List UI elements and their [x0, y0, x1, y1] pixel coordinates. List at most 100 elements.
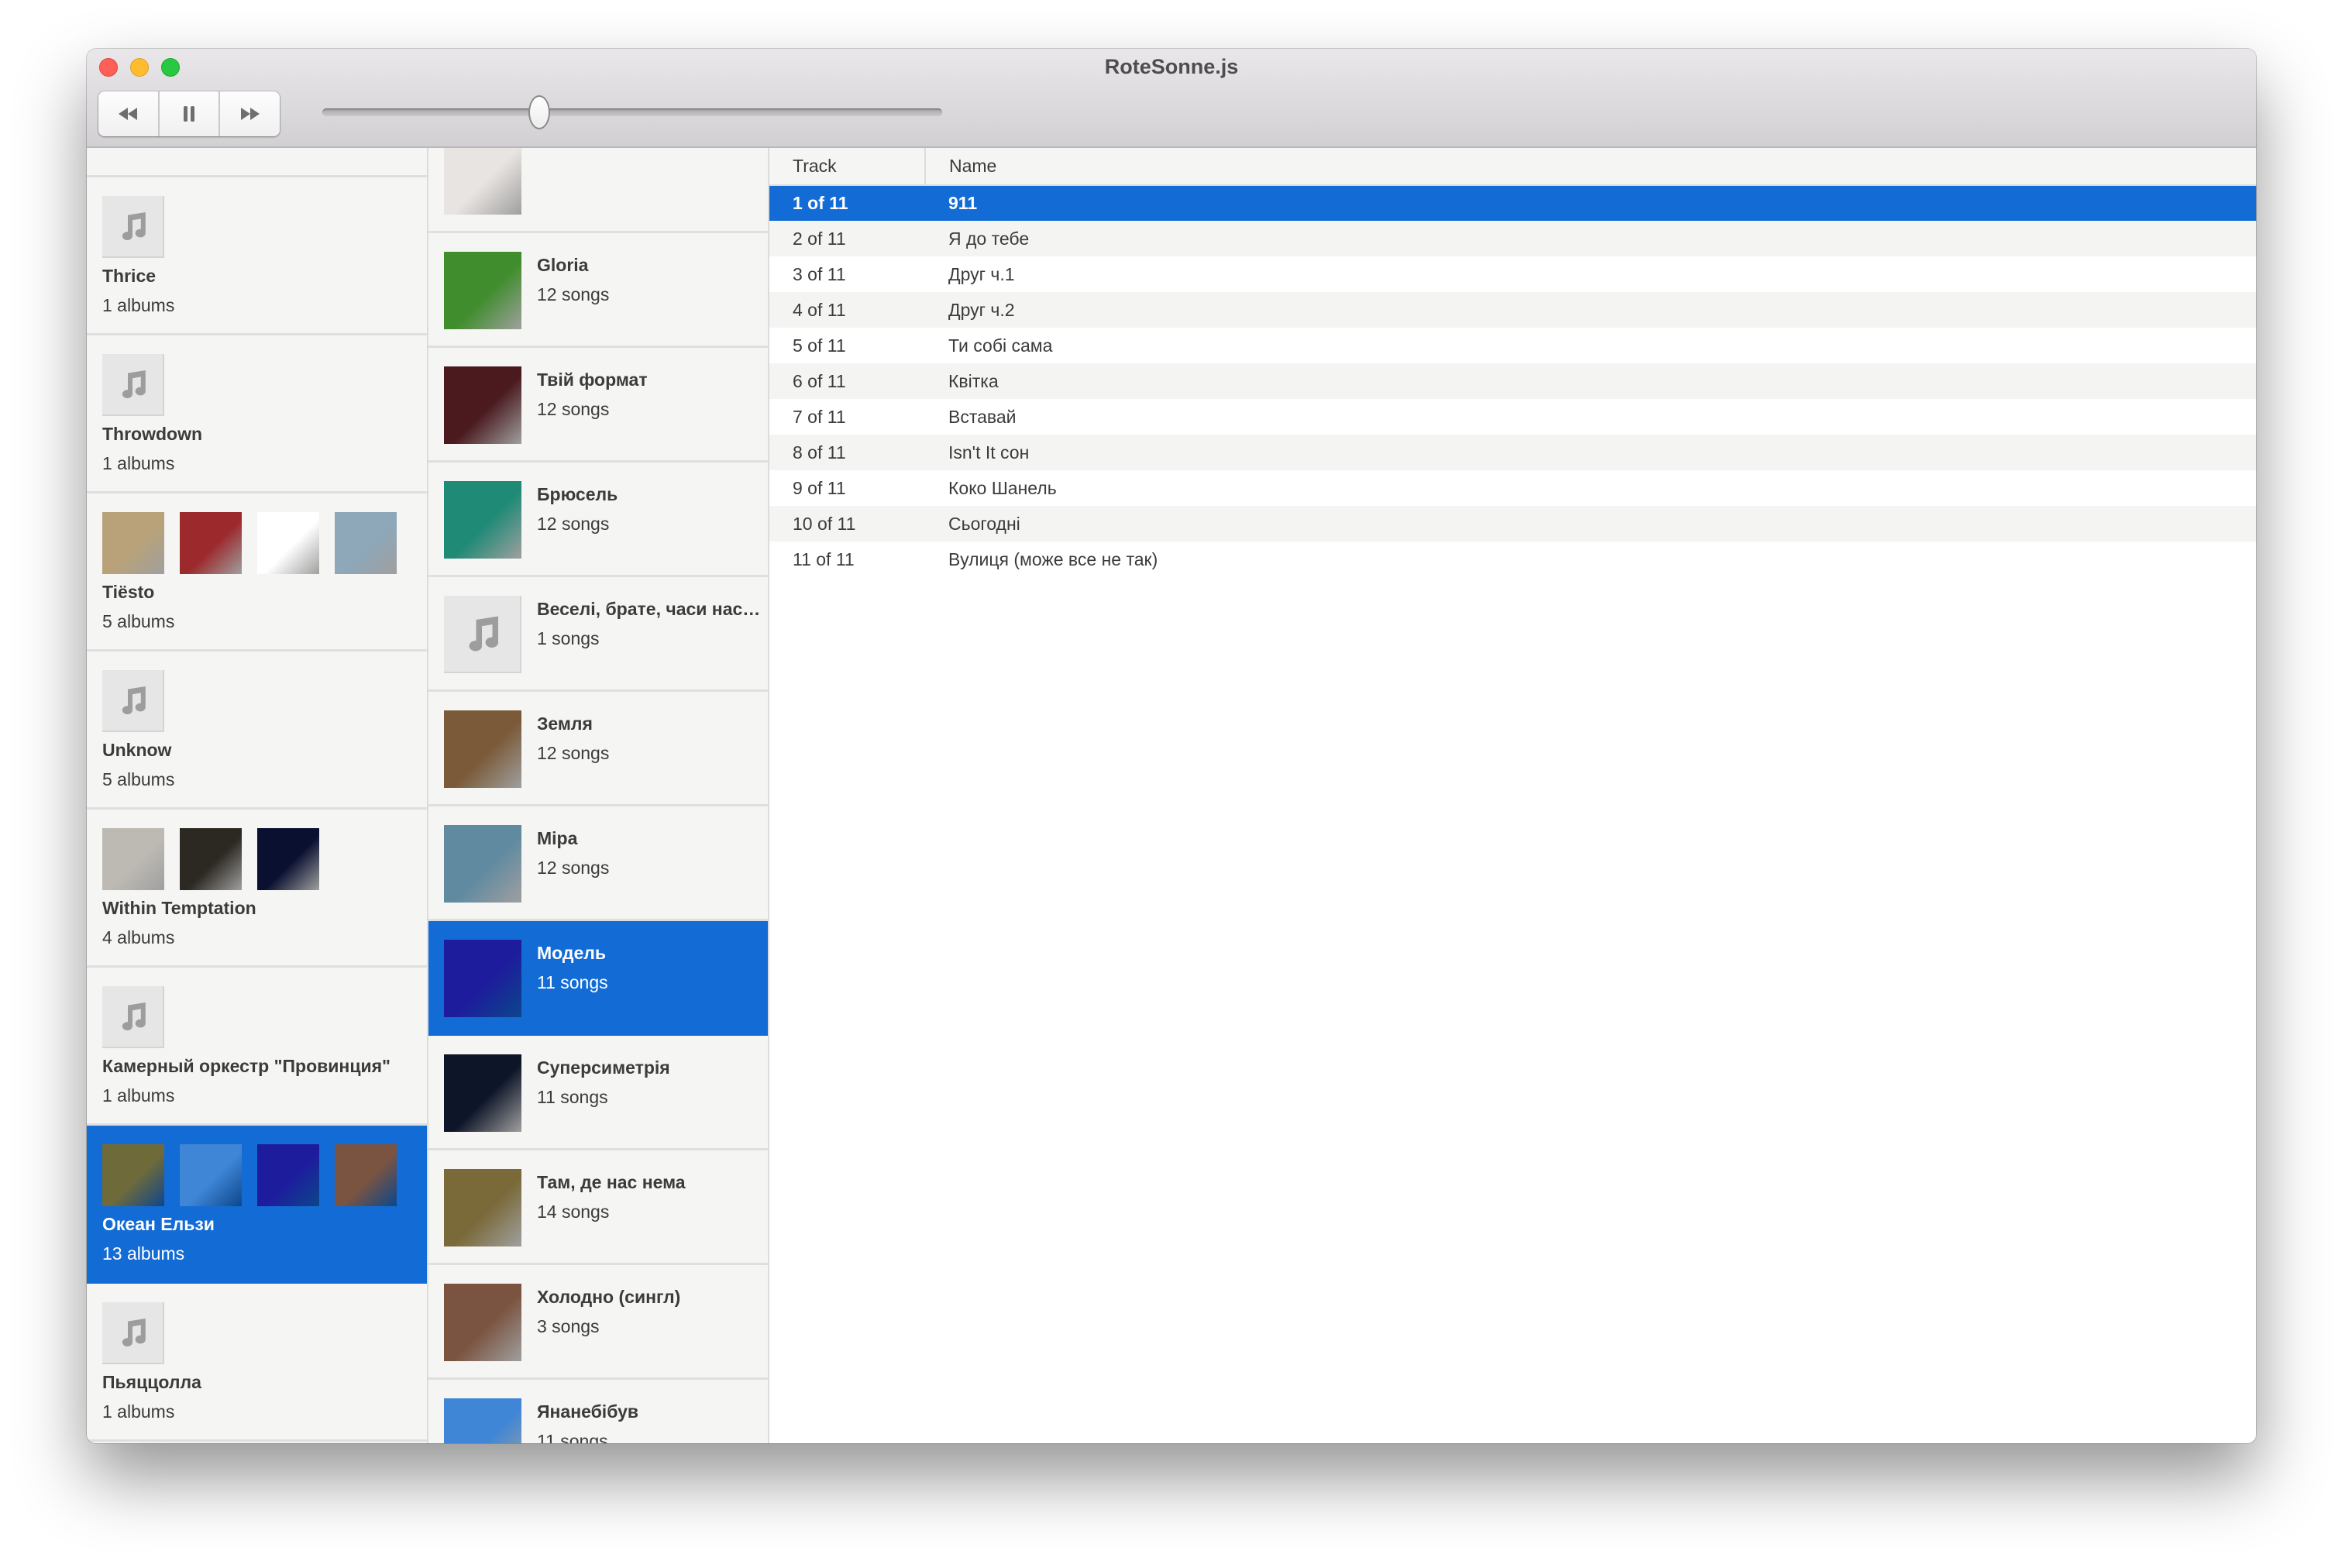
album-list-item[interactable]: Gloria 12 songs	[428, 233, 768, 348]
album-title: Міра	[537, 828, 578, 848]
artist-list-item[interactable]: Камерный оркестр "Провинция" 1 albums	[87, 968, 427, 1126]
track-name: Вулиця (може все не так)	[948, 548, 1158, 569]
album-song-count: 11 songs	[537, 1087, 608, 1107]
album-list-item[interactable]: Міра 12 songs	[428, 806, 768, 921]
track-row[interactable]: 8 of 11 Isn't It сон	[769, 435, 2256, 470]
album-info: Холодно (сингл) 3 songs	[537, 1284, 680, 1377]
artist-list-item[interactable]: Tiësto 5 albums	[87, 493, 427, 652]
playback-progress-slider[interactable]	[322, 95, 942, 129]
album-list-item[interactable]: Суперсиметрія 11 songs	[428, 1036, 768, 1150]
album-list-item[interactable]: Модель 11 songs	[428, 921, 768, 1036]
artist-artwork-row	[102, 1302, 427, 1364]
track-row[interactable]: 3 of 11 Друг ч.1	[769, 256, 2256, 292]
artist-album-count: 5 albums	[102, 611, 175, 631]
artist-album-count: 4 albums	[102, 927, 175, 947]
album-artwork	[444, 252, 521, 329]
track-number: 2 of 11	[793, 228, 846, 249]
artist-artwork-row	[102, 512, 427, 574]
track-row[interactable]: 4 of 11 Друг ч.2	[769, 292, 2256, 328]
next-track-button[interactable]	[220, 91, 280, 136]
artist-list-item[interactable]: Океан Ельзи 13 albums	[87, 1126, 427, 1284]
artist-name: Пьяццолла	[102, 1372, 201, 1392]
album-song-count: 11 songs	[537, 1431, 608, 1443]
title-bar: RoteSonne.js	[87, 49, 2256, 148]
column-header-name[interactable]: Name	[925, 148, 2256, 185]
track-rows: 1 of 11 911 2 of 11 Я до тебе 3 of 11 Друг ч.…	[769, 185, 2256, 577]
album-info: Янанебібув 11 songs	[537, 1398, 638, 1443]
track-name: 911	[948, 193, 978, 213]
album-title: Gloria	[537, 255, 589, 275]
album-list-item[interactable]: Твій формат 12 songs	[428, 348, 768, 462]
track-row[interactable]: 11 of 11 Вулиця (може все не так)	[769, 542, 2256, 577]
album-artwork	[180, 512, 242, 574]
track-number: 4 of 11	[793, 299, 846, 320]
album-artwork	[180, 828, 242, 890]
column-header-track[interactable]: Track	[769, 148, 926, 185]
album-artwork	[102, 512, 164, 574]
previous-track-button[interactable]	[98, 91, 160, 136]
artists-column[interactable]: 10 albums Thrice 1 albums Throwdown 1 albums…	[87, 148, 428, 1443]
artist-artwork-row	[102, 986, 427, 1048]
track-table: Track Name 1 of 11 911 2 of 11 Я до тебе 3 o…	[769, 148, 2256, 577]
album-info: Там, де нас нема 14 songs	[537, 1169, 686, 1263]
artist-artwork-row	[102, 354, 427, 416]
slider-track[interactable]	[322, 108, 942, 116]
artist-artwork-row	[102, 1144, 427, 1206]
album-artwork	[257, 512, 319, 574]
album-list-item[interactable]: Земля 12 songs	[428, 692, 768, 806]
track-number: 3 of 11	[793, 263, 846, 284]
album-artwork	[257, 1144, 319, 1206]
album-artwork	[444, 481, 521, 559]
artist-list-item[interactable]: Within Temptation 4 albums	[87, 810, 427, 968]
album-list-item[interactable]: Там, де нас нема 14 songs	[428, 1150, 768, 1265]
album-artwork	[444, 1398, 521, 1443]
track-row[interactable]: 9 of 11 Коко Шанель	[769, 470, 2256, 506]
album-info: Веселі, брате, часи настали 1 songs	[537, 596, 762, 689]
track-number: 11 of 11	[793, 548, 855, 569]
album-artwork	[444, 1054, 521, 1132]
album-info: Земля 12 songs	[537, 710, 609, 804]
album-info: Брюсель 12 songs	[537, 481, 618, 575]
track-name: Друг ч.2	[948, 299, 1015, 320]
rewind-icon	[119, 108, 138, 120]
artist-list-item[interactable]: 10 albums	[87, 148, 427, 177]
album-song-count: 12 songs	[537, 514, 610, 534]
album-list-item[interactable]: Веселі, брате, часи настали 1 songs	[428, 577, 768, 692]
track-row[interactable]: 7 of 11 Вставай	[769, 399, 2256, 435]
artwork-placeholder	[102, 354, 164, 416]
artist-list-item[interactable]: Пьяццолла 1 albums	[87, 1284, 427, 1442]
album-info: Міра 12 songs	[537, 825, 609, 919]
artist-album-count: 1 albums	[102, 295, 175, 315]
album-artwork	[444, 1169, 521, 1246]
album-info: Твій формат 12 songs	[537, 366, 648, 460]
album-list-item[interactable]: Брюсель 12 songs	[428, 462, 768, 577]
album-artwork	[335, 512, 397, 574]
track-name: Коко Шанель	[948, 477, 1057, 498]
track-row[interactable]: 2 of 11 Я до тебе	[769, 221, 2256, 256]
track-row[interactable]: 1 of 11 911	[769, 185, 2256, 221]
album-song-count: 12 songs	[537, 858, 610, 878]
album-title: Холодно (сингл)	[537, 1287, 681, 1307]
artist-list-item[interactable]: Thrice 1 albums	[87, 177, 427, 335]
track-row[interactable]: 6 of 11 Квітка	[769, 363, 2256, 399]
pause-icon	[184, 106, 194, 122]
track-row[interactable]: 5 of 11 Ти собі сама	[769, 328, 2256, 363]
albums-column[interactable]: Gloria 12 songs Твій формат 12 songs Брюсель…	[428, 148, 769, 1443]
album-title: Земля	[537, 714, 593, 734]
album-artwork	[444, 940, 521, 1017]
artist-list-item[interactable]: Unknow 5 albums	[87, 652, 427, 810]
artist-list-item[interactable]: Throwdown 1 albums	[87, 335, 427, 493]
track-row[interactable]: 10 of 11 Сьогодні	[769, 506, 2256, 542]
music-note-icon	[122, 686, 146, 714]
artist-name: Океан Ельзи	[102, 1214, 215, 1234]
slider-thumb[interactable]	[528, 95, 550, 129]
tracks-column[interactable]: Track Name 1 of 11 911 2 of 11 Я до тебе 3 o…	[769, 148, 2256, 1443]
artist-name: Thrice	[102, 266, 157, 286]
album-list-item[interactable]: Янанебібув 11 songs	[428, 1380, 768, 1443]
album-artwork	[102, 1144, 164, 1206]
album-list-item[interactable]: Холодно (сингл) 3 songs	[428, 1265, 768, 1380]
album-list-item[interactable]	[428, 148, 768, 233]
album-info: Модель 11 songs	[537, 940, 608, 1033]
pause-button[interactable]	[160, 91, 221, 136]
album-title: Там, де нас нема	[537, 1172, 686, 1192]
